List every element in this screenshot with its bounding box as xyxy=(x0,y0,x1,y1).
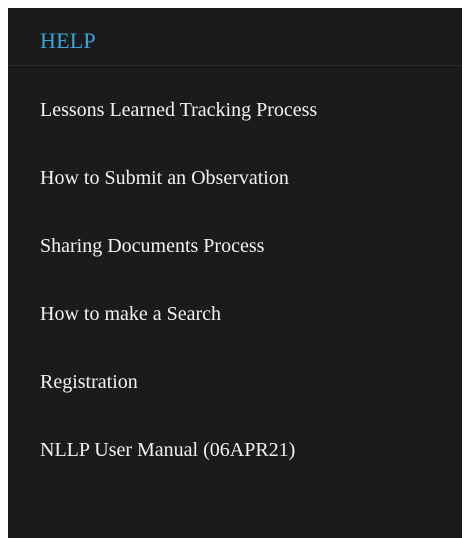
make-search-link[interactable]: How to make a Search xyxy=(40,302,221,326)
list-item: How to make a Search xyxy=(8,294,462,362)
list-item: Registration xyxy=(8,362,462,430)
sharing-documents-process-link[interactable]: Sharing Documents Process xyxy=(40,234,264,258)
list-item: NLLP User Manual (06APR21) xyxy=(8,430,462,498)
user-manual-link[interactable]: NLLP User Manual (06APR21) xyxy=(40,438,295,462)
help-panel-header: HELP xyxy=(8,8,462,66)
list-item: Lessons Learned Tracking Process xyxy=(8,90,462,158)
help-title: HELP xyxy=(40,28,96,53)
help-panel: HELP Lessons Learned Tracking Process Ho… xyxy=(8,8,462,538)
registration-link[interactable]: Registration xyxy=(40,370,138,394)
list-item: How to Submit an Observation xyxy=(8,158,462,226)
list-item: Sharing Documents Process xyxy=(8,226,462,294)
help-link-list: Lessons Learned Tracking Process How to … xyxy=(8,90,462,498)
lessons-learned-tracking-process-link[interactable]: Lessons Learned Tracking Process xyxy=(40,98,317,122)
submit-observation-link[interactable]: How to Submit an Observation xyxy=(40,166,289,190)
